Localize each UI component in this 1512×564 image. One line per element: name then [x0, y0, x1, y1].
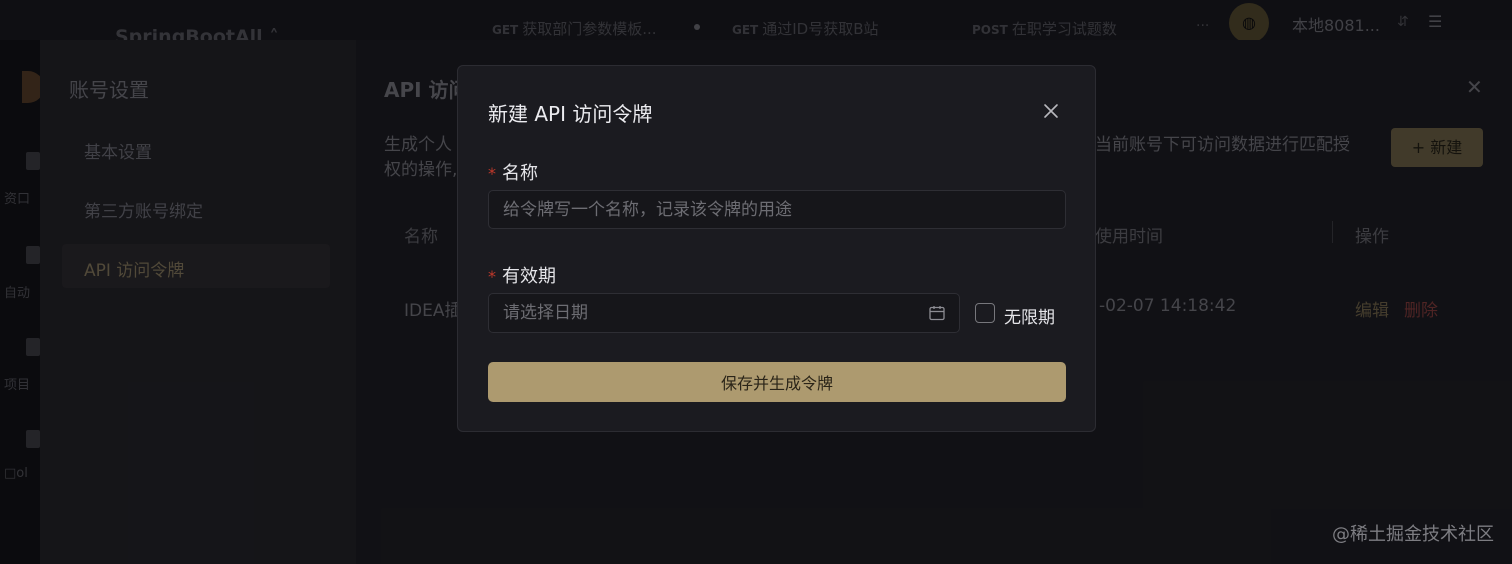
expiry-label: * 有效期	[488, 262, 556, 288]
expiry-label-text: 有效期	[502, 266, 556, 287]
expiry-date-picker[interactable]	[488, 293, 960, 333]
close-icon[interactable]	[1040, 100, 1062, 122]
unlimited-checkbox[interactable]	[975, 303, 995, 323]
token-name-input[interactable]	[488, 190, 1066, 229]
new-token-modal: 新建 API 访问令牌 * 名称 * 有效期 无限期 保存并生成令牌	[457, 65, 1096, 432]
calendar-icon[interactable]	[928, 304, 946, 322]
required-mark: *	[488, 164, 496, 183]
unlimited-label[interactable]: 无限期	[1004, 303, 1055, 328]
required-mark: *	[488, 267, 496, 286]
name-label: * 名称	[488, 159, 538, 185]
name-label-text: 名称	[502, 163, 538, 184]
save-generate-button[interactable]: 保存并生成令牌	[488, 362, 1066, 402]
modal-title: 新建 API 访问令牌	[488, 102, 653, 126]
watermark: @稀土掘金技术社区	[1332, 524, 1494, 545]
